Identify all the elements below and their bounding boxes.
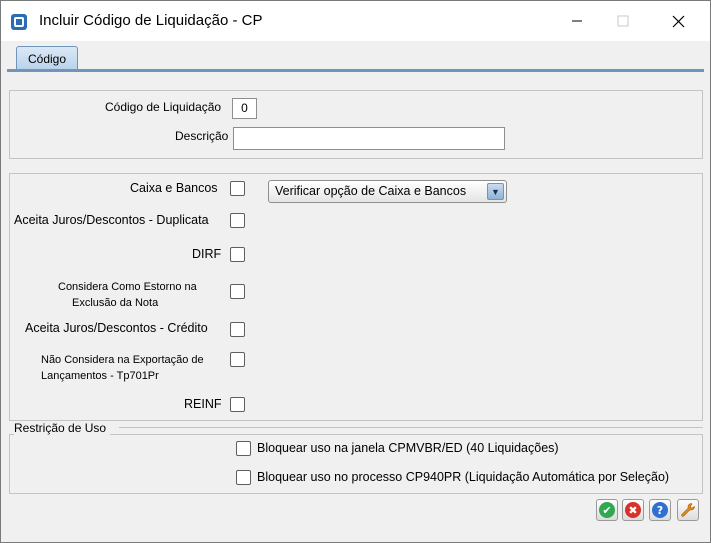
help-icon: ? <box>652 502 668 518</box>
restricao-group-label: Restrição de Uso <box>14 421 111 435</box>
reinf-checkbox[interactable] <box>230 397 245 412</box>
aceita-credito-label: Aceita Juros/Descontos - Crédito <box>25 321 208 335</box>
tab-underline <box>7 69 704 72</box>
bloquear-janela-label[interactable]: Bloquear uso na janela CPMVBR/ED (40 Liq… <box>257 441 559 455</box>
wrench-icon <box>681 503 695 517</box>
dirf-checkbox[interactable] <box>230 247 245 262</box>
help-button[interactable]: ? <box>649 499 671 521</box>
bloquear-janela-checkbox[interactable] <box>236 441 251 456</box>
minimize-icon <box>572 20 582 22</box>
app-icon <box>11 14 27 30</box>
window-title: Incluir Código de Liquidação - CP <box>39 12 263 29</box>
caixa-bancos-select-value: Verificar opção de Caixa e Bancos <box>275 184 467 198</box>
group-divider <box>119 427 703 428</box>
caixa-bancos-select[interactable]: Verificar opção de Caixa e Bancos ▼ <box>268 180 507 203</box>
aceita-duplicata-checkbox[interactable] <box>230 213 245 228</box>
descricao-label: Descrição <box>175 129 229 143</box>
codigo-label: Código de Liquidação <box>105 100 222 114</box>
ok-button[interactable]: ✔ <box>596 499 618 521</box>
estorno-checkbox[interactable] <box>230 284 245 299</box>
caixa-bancos-label: Caixa e Bancos <box>130 181 218 195</box>
cancel-button[interactable]: ✖ <box>622 499 644 521</box>
bloquear-processo-checkbox[interactable] <box>236 470 251 485</box>
maximize-button[interactable] <box>600 1 646 41</box>
dialog-window: Incluir Código de Liquidação - CP Código… <box>0 0 711 543</box>
aceita-duplicata-label: Aceita Juros/Descontos - Duplicata <box>14 213 209 227</box>
chevron-down-icon[interactable]: ▼ <box>487 183 504 200</box>
close-icon <box>672 15 684 27</box>
title-bar: Incluir Código de Liquidação - CP <box>1 1 710 41</box>
bloquear-processo-label[interactable]: Bloquear uso no processo CP940PR (Liquid… <box>257 470 669 484</box>
exportacao-label-line1: Não Considera na Exportação de <box>41 354 204 366</box>
exportacao-label: Não Considera na Exportação de Lançament… <box>41 353 225 385</box>
descricao-input[interactable] <box>233 127 505 150</box>
minimize-button[interactable] <box>554 1 600 41</box>
tools-button[interactable] <box>677 499 699 521</box>
check-icon: ✔ <box>599 502 615 518</box>
maximize-icon <box>617 15 629 27</box>
estorno-label-line1: Considera Como Estorno na <box>58 281 197 293</box>
codigo-input[interactable]: 0 <box>232 98 257 119</box>
aceita-credito-checkbox[interactable] <box>230 322 245 337</box>
caixa-bancos-checkbox[interactable] <box>230 181 245 196</box>
dirf-label: DIRF <box>192 247 222 261</box>
estorno-label-line2: Exclusão da Nota <box>72 297 159 309</box>
tab-codigo[interactable]: Código <box>16 46 78 70</box>
exportacao-label-line2: Lançamentos - Tp701Pr <box>41 370 159 382</box>
close-button[interactable] <box>655 1 701 41</box>
cancel-icon: ✖ <box>625 502 641 518</box>
exportacao-checkbox[interactable] <box>230 352 245 367</box>
reinf-label: REINF <box>184 397 222 411</box>
